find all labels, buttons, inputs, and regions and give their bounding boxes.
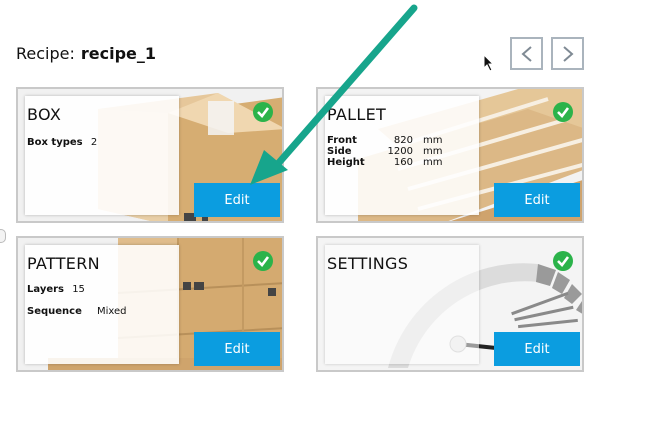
pallet-props: Front 820 mm Side 1200 mm Height 160 mm bbox=[327, 135, 442, 168]
check-icon bbox=[253, 251, 273, 271]
prop-value: 160 bbox=[393, 157, 413, 168]
check-icon bbox=[253, 102, 273, 122]
prop-value: 2 bbox=[90, 137, 98, 148]
settings-title: SETTINGS bbox=[327, 254, 409, 273]
next-button[interactable] bbox=[551, 37, 584, 70]
box-edit-button[interactable]: Edit bbox=[194, 183, 280, 217]
recipe-label: Recipe: bbox=[16, 44, 75, 63]
prop-row: Layers 15 bbox=[27, 284, 127, 295]
recipe-header: Recipe: recipe_1 bbox=[16, 44, 156, 63]
prop-row: Front 820 mm bbox=[327, 135, 442, 146]
pattern-edit-button[interactable]: Edit bbox=[194, 332, 280, 366]
prop-row: Sequence Mixed bbox=[27, 306, 127, 317]
prop-key: Height bbox=[327, 157, 365, 168]
settings-card: SETTINGS Edit bbox=[316, 236, 584, 372]
prop-value: 1200 bbox=[387, 146, 413, 157]
chevron-right-icon bbox=[562, 45, 574, 62]
prop-row: Side 1200 mm bbox=[327, 146, 442, 157]
prop-value: Mixed bbox=[97, 306, 127, 317]
pattern-card: PATTERN Layers 15 Sequence Mixed Edit bbox=[16, 236, 284, 372]
recipe-name: recipe_1 bbox=[80, 44, 157, 63]
prop-key: Sequence bbox=[27, 306, 82, 317]
side-handle[interactable] bbox=[0, 229, 6, 243]
pattern-props: Layers 15 Sequence Mixed bbox=[27, 284, 127, 317]
prop-key: Front bbox=[327, 135, 357, 146]
chevron-left-icon bbox=[520, 45, 532, 62]
settings-edit-button[interactable]: Edit bbox=[494, 332, 580, 366]
prop-key: Side bbox=[327, 146, 352, 157]
prop-key: Layers bbox=[27, 284, 64, 295]
mouse-cursor-icon bbox=[483, 54, 495, 72]
check-icon bbox=[553, 102, 573, 122]
box-card: BOX Box types 2 Edit bbox=[16, 87, 284, 223]
pallet-title: PALLET bbox=[327, 105, 387, 124]
check-icon bbox=[553, 251, 573, 271]
pattern-title: PATTERN bbox=[27, 254, 100, 273]
previous-button[interactable] bbox=[510, 37, 543, 70]
prop-value: 820 bbox=[393, 135, 413, 146]
prop-row: Height 160 mm bbox=[327, 157, 442, 168]
box-title: BOX bbox=[27, 105, 62, 124]
prop-value: 15 bbox=[72, 284, 85, 295]
prop-unit: mm bbox=[423, 157, 443, 168]
prop-unit: mm bbox=[423, 146, 443, 157]
pallet-edit-button[interactable]: Edit bbox=[494, 183, 580, 217]
prop-unit: mm bbox=[423, 135, 443, 146]
pallet-card: PALLET Front 820 mm Side 1200 mm Height 160 mm… bbox=[316, 87, 584, 223]
prop-key: Box types bbox=[27, 137, 83, 148]
box-props: Box types 2 bbox=[27, 137, 97, 148]
